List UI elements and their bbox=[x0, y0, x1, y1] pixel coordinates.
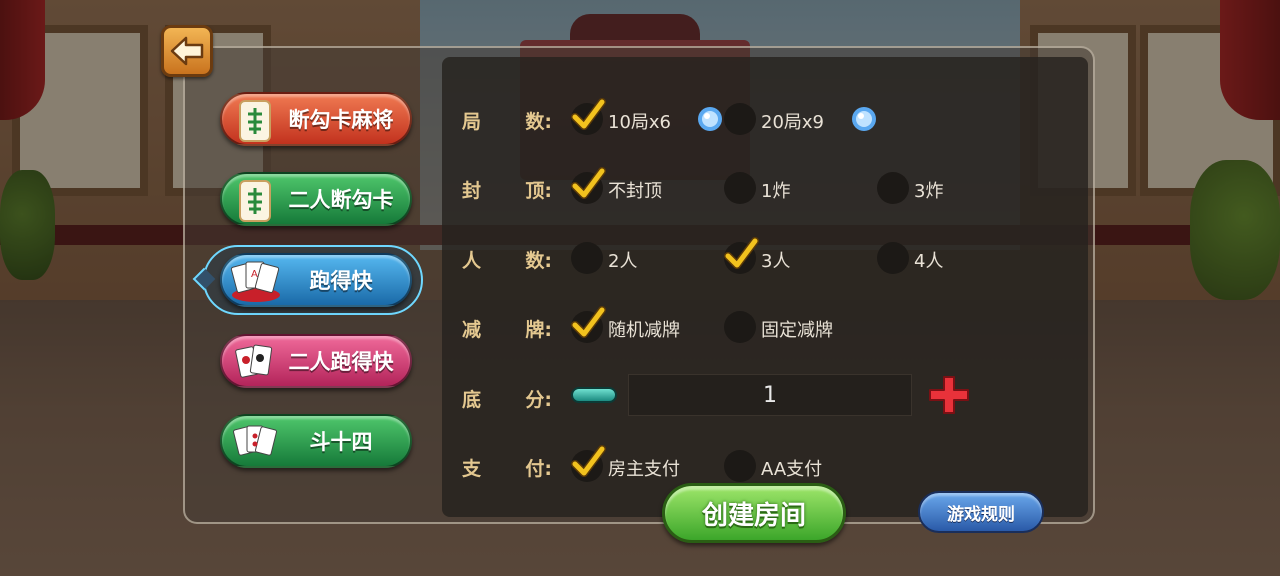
players-2-option[interactable]: 2人 bbox=[608, 247, 637, 273]
tab-label: 斗十四 bbox=[309, 430, 373, 454]
game-rules-button[interactable]: 游戏规则 bbox=[918, 491, 1044, 533]
tab-two-player-duangouka[interactable]: 二人断勾卡 bbox=[220, 172, 412, 226]
cap-none-checkbox[interactable] bbox=[571, 172, 603, 204]
playing-cards-icon: A bbox=[230, 261, 280, 302]
tab-duangouka-mahjong[interactable]: 断勾卡麻将 bbox=[220, 92, 412, 146]
players-4-checkbox[interactable] bbox=[877, 242, 909, 274]
checkmark-icon bbox=[569, 305, 607, 343]
pay-host-option[interactable]: 房主支付 bbox=[608, 455, 680, 481]
base-score-value: 1 bbox=[628, 374, 912, 416]
reduce-random-checkbox[interactable] bbox=[571, 311, 603, 343]
rounds-20-option[interactable]: 20局x9 bbox=[761, 108, 824, 134]
label-char: 局 bbox=[462, 111, 482, 133]
reduce-cards-label: 减 牌: bbox=[462, 315, 552, 342]
cap-3-bomb-option[interactable]: 3炸 bbox=[914, 177, 943, 203]
arrow-left-icon bbox=[170, 36, 204, 66]
svg-text:A: A bbox=[251, 269, 258, 280]
players-2-checkbox[interactable] bbox=[571, 242, 603, 274]
tab-label: 断勾卡麻将 bbox=[288, 108, 394, 132]
tab-label: 跑得快 bbox=[309, 269, 373, 293]
playing-cards-icon bbox=[233, 425, 277, 456]
cap-label: 封 顶: bbox=[462, 176, 552, 203]
reduce-fixed-checkbox[interactable] bbox=[724, 311, 756, 343]
cap-1-bomb-checkbox[interactable] bbox=[724, 172, 756, 204]
cap-3-bomb-checkbox[interactable] bbox=[877, 172, 909, 204]
tab-dou-shisi[interactable]: 斗十四 bbox=[220, 414, 412, 468]
players-4-option[interactable]: 4人 bbox=[914, 247, 943, 273]
checkmark-icon bbox=[569, 97, 607, 135]
mahjong-tile-icon bbox=[239, 100, 271, 142]
pay-aa-option[interactable]: AA支付 bbox=[761, 455, 822, 481]
decrease-score-button[interactable] bbox=[571, 387, 617, 403]
create-room-button[interactable]: 创建房间 bbox=[662, 483, 846, 543]
reduce-fixed-option[interactable]: 固定减牌 bbox=[761, 316, 833, 342]
rounds-10-option[interactable]: 10局x6 bbox=[608, 108, 671, 134]
label-char: 封 bbox=[462, 180, 482, 202]
label-char: 底 bbox=[462, 389, 482, 411]
checkmark-icon bbox=[569, 166, 607, 204]
rounds-label: 局 数: bbox=[462, 107, 552, 134]
label-char: 数: bbox=[525, 250, 552, 272]
players-3-option[interactable]: 3人 bbox=[761, 247, 790, 273]
playing-cards-icon bbox=[235, 344, 273, 378]
rounds-10-checkbox[interactable] bbox=[571, 103, 603, 135]
label-char: 付: bbox=[525, 458, 552, 480]
tab-label: 二人断勾卡 bbox=[288, 188, 394, 212]
tab-two-player-paodekuai[interactable]: 二人跑得快 bbox=[220, 334, 412, 388]
base-score-label: 底 分: bbox=[462, 385, 552, 412]
rounds-20-checkbox[interactable] bbox=[724, 103, 756, 135]
cap-1-bomb-option[interactable]: 1炸 bbox=[761, 177, 790, 203]
label-char: 顶: bbox=[525, 180, 552, 202]
tab-paodekuai[interactable]: A 跑得快 bbox=[220, 253, 412, 307]
tab-label: 二人跑得快 bbox=[288, 350, 394, 374]
label-char: 减 bbox=[462, 319, 482, 341]
checkmark-icon bbox=[722, 236, 760, 274]
checkmark-icon bbox=[569, 444, 607, 482]
label-char: 分: bbox=[525, 389, 552, 411]
label-char: 牌: bbox=[525, 319, 552, 341]
mahjong-tile-icon bbox=[239, 180, 271, 222]
cap-none-option[interactable]: 不封顶 bbox=[608, 177, 662, 203]
increase-score-button[interactable] bbox=[927, 374, 971, 416]
label-char: 数: bbox=[525, 111, 552, 133]
payment-label: 支 付: bbox=[462, 454, 552, 481]
diamond-gem-icon bbox=[697, 106, 723, 132]
label-char: 人 bbox=[462, 250, 482, 272]
players-label: 人 数: bbox=[462, 246, 552, 273]
pay-host-checkbox[interactable] bbox=[571, 450, 603, 482]
diamond-gem-icon bbox=[851, 106, 877, 132]
players-3-checkbox[interactable] bbox=[724, 242, 756, 274]
reduce-random-option[interactable]: 随机减牌 bbox=[608, 316, 680, 342]
back-button[interactable] bbox=[161, 25, 213, 77]
label-char: 支 bbox=[462, 458, 482, 480]
pay-aa-checkbox[interactable] bbox=[724, 450, 756, 482]
